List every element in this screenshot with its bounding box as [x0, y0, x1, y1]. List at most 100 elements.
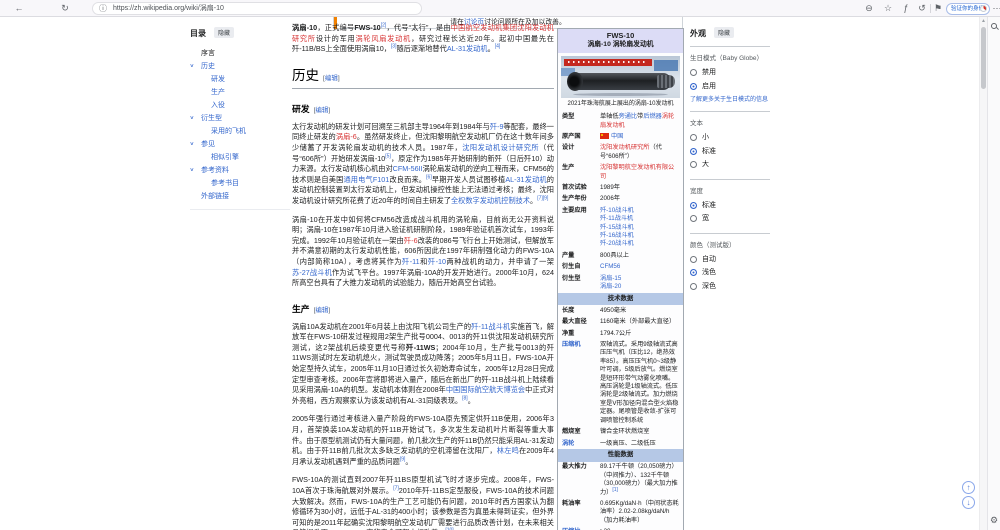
radio-option-标准[interactable]: 标准 [690, 145, 770, 159]
wiki-link[interactable]: CFM-56II [393, 164, 423, 173]
chevron-down-icon[interactable]: ∨ [189, 138, 194, 151]
more-menu-icon[interactable]: ⋯ [990, 0, 1000, 17]
reference-link[interactable]: [1] [612, 486, 618, 492]
infobox-label[interactable]: 涡轮 [562, 440, 600, 448]
toc-item-参见[interactable]: ∨参见 [190, 138, 290, 151]
wiki-link[interactable]: 中国国际航空航天博览会 [446, 385, 525, 394]
radio-option-深色[interactable]: 深色 [690, 280, 770, 294]
search-icon[interactable] [991, 23, 997, 29]
radio-option-宽[interactable]: 宽 [690, 212, 770, 226]
wiki-link[interactable]: 歼-10战斗机 [600, 207, 634, 214]
site-info-icon[interactable]: ⓘ [99, 3, 107, 15]
edit-link[interactable]: [编辑] [314, 107, 331, 114]
wiki-link[interactable]: 通用电气F101 [343, 175, 389, 184]
wiki-link[interactable]: 歼-20战斗机 [600, 240, 634, 247]
bookmark-star-icon[interactable]: ☆ [881, 0, 895, 17]
wiki-link[interactable]: 涡扇-20 [600, 283, 621, 290]
toc-item-衍生型[interactable]: ∨衍生型 [190, 112, 290, 125]
redlink[interactable]: 涡轮风扇发动机 [356, 34, 412, 43]
scrollbar-thumb[interactable] [981, 27, 986, 89]
toc-item-生产[interactable]: 生产 [190, 86, 290, 99]
scroll-to-top-button[interactable]: ↑ [962, 481, 975, 494]
edit-link[interactable]: [编辑] [314, 307, 331, 314]
extension-2-icon[interactable]: ↺ [915, 0, 929, 17]
radio-option-禁用[interactable]: 禁用 [690, 66, 770, 80]
back-icon[interactable]: ← [12, 0, 26, 17]
toc-hide-button[interactable]: 隐藏 [214, 27, 234, 38]
toc-item-采用的飞机[interactable]: 采用的飞机 [190, 125, 290, 138]
reference-link[interactable]: [7][9] [537, 196, 548, 202]
toc-item-研发[interactable]: 研发 [190, 73, 290, 86]
wiki-link[interactable]: 歼-16战斗机 [600, 232, 634, 239]
infobox-value: 双轴流式。采用9级轴流式高压压气机（压比12，绝热效率85）。高压压气机0~3级… [600, 341, 679, 425]
wiki-link[interactable]: AL-31发动机 [447, 44, 488, 53]
wiki-link[interactable]: 林左鸣 [497, 446, 519, 455]
wiki-link[interactable]: 歼-10 [428, 257, 446, 266]
wiki-link[interactable]: 旁通比 [619, 113, 638, 120]
toc-item-参考书目[interactable]: 参考书目 [190, 177, 290, 190]
text-segment: 双轴流式。采用9级轴流式高压压气机（压比12，绝热效率85）。高压压气机0~3级… [600, 341, 678, 424]
appearance-hide-button[interactable]: 隐藏 [714, 27, 734, 38]
edit-link[interactable]: [编辑] [323, 75, 340, 82]
wiki-link[interactable]: CFM56 [600, 263, 620, 270]
address-bar[interactable]: ⓘ https://zh.wikipedia.org/wiki/涡扇-10 [92, 2, 422, 15]
verify-identity-button[interactable]: 验证你的身份 [946, 3, 990, 15]
radio-button[interactable] [690, 69, 697, 76]
wiki-link[interactable]: 全权数字发动机控制技术 [451, 196, 530, 205]
extension-1-icon[interactable]: ƒ [899, 0, 913, 17]
toc-item-参考资料[interactable]: ∨参考资料 [190, 164, 290, 177]
radio-button[interactable] [690, 83, 697, 90]
toc-item-历史[interactable]: ∨历史 [190, 60, 290, 73]
chevron-down-icon[interactable]: ∨ [189, 164, 194, 177]
redlink[interactable]: 沈阳发动机研究所 [600, 144, 650, 151]
radio-button[interactable] [690, 215, 697, 222]
toc-list: 序言∨历史研发生产入役∨衍生型采用的飞机∨参见相似引擎∨参考资料参考书目外部链接 [190, 47, 290, 203]
radio-option-大[interactable]: 大 [690, 158, 770, 172]
wiki-link[interactable]: 歼-9 [490, 122, 504, 131]
chevron-down-icon[interactable]: ∨ [189, 60, 194, 73]
radio-option-标准[interactable]: 标准 [690, 199, 770, 213]
wiki-link[interactable]: 中国 [611, 133, 623, 140]
wiki-link[interactable]: AL-31发动机 [505, 175, 546, 184]
radio-button[interactable] [690, 161, 697, 168]
reference-link[interactable]: [4] [495, 44, 501, 50]
photo-shadow [573, 93, 668, 96]
wiki-link[interactable]: 苏-27战斗机 [292, 268, 332, 277]
wiki-link[interactable]: 涡扇-15 [600, 275, 621, 282]
radio-button[interactable] [690, 256, 697, 263]
wiki-link[interactable]: 沈阳发动机设计研究所 [462, 143, 539, 152]
wiki-link[interactable]: 歼-15战斗机 [600, 224, 634, 231]
page-scrollbar[interactable]: ▲ [979, 17, 987, 530]
radio-button[interactable] [690, 202, 697, 209]
radio-button[interactable] [690, 283, 697, 290]
toc-item-序言[interactable]: 序言 [190, 47, 290, 60]
redlink[interactable]: 沈阳黎明航空发动机有限公司 [600, 164, 674, 179]
infobox-row-涡轮: 涡轮一级高压、二级低压 [558, 438, 683, 449]
toc-item-入役[interactable]: 入役 [190, 99, 290, 112]
infobox-label[interactable]: 压缩机 [562, 341, 600, 425]
scroll-to-bottom-button[interactable]: ↓ [962, 496, 975, 509]
reload-icon[interactable]: ↻ [58, 0, 72, 17]
toc-item-外部链接[interactable]: 外部链接 [190, 190, 290, 203]
zoom-out-icon[interactable]: ⊖ [862, 0, 876, 17]
radio-option-自动[interactable]: 自动 [690, 253, 770, 267]
gear-icon[interactable]: ⚙ [990, 515, 998, 526]
engine-photo[interactable] [561, 56, 680, 98]
radio-button[interactable] [690, 269, 697, 276]
wiki-link[interactable]: 歼-11战斗机 [471, 322, 510, 331]
learn-more-link[interactable]: 了解更多关于生日模式的信息 [690, 96, 770, 104]
radio-option-启用[interactable]: 启用 [690, 80, 770, 94]
chevron-down-icon[interactable]: ∨ [189, 112, 194, 125]
scrollbar-up-arrow-icon[interactable]: ▲ [980, 18, 987, 24]
wiki-link[interactable]: 歼-11 [402, 257, 420, 266]
radio-button[interactable] [690, 134, 697, 141]
radio-option-小[interactable]: 小 [690, 131, 770, 145]
wiki-link[interactable]: 后燃器 [643, 113, 662, 120]
radio-button[interactable] [690, 148, 697, 155]
redlink[interactable]: 涡扇-6 [336, 132, 357, 141]
radio-option-浅色[interactable]: 浅色 [690, 266, 770, 280]
extension-3-icon[interactable]: ⚑ [931, 0, 945, 17]
toc-item-相似引擎[interactable]: 相似引擎 [190, 151, 290, 164]
redlink[interactable]: 歼-6 [404, 236, 418, 245]
wiki-link[interactable]: 歼-11战斗机 [600, 215, 633, 222]
